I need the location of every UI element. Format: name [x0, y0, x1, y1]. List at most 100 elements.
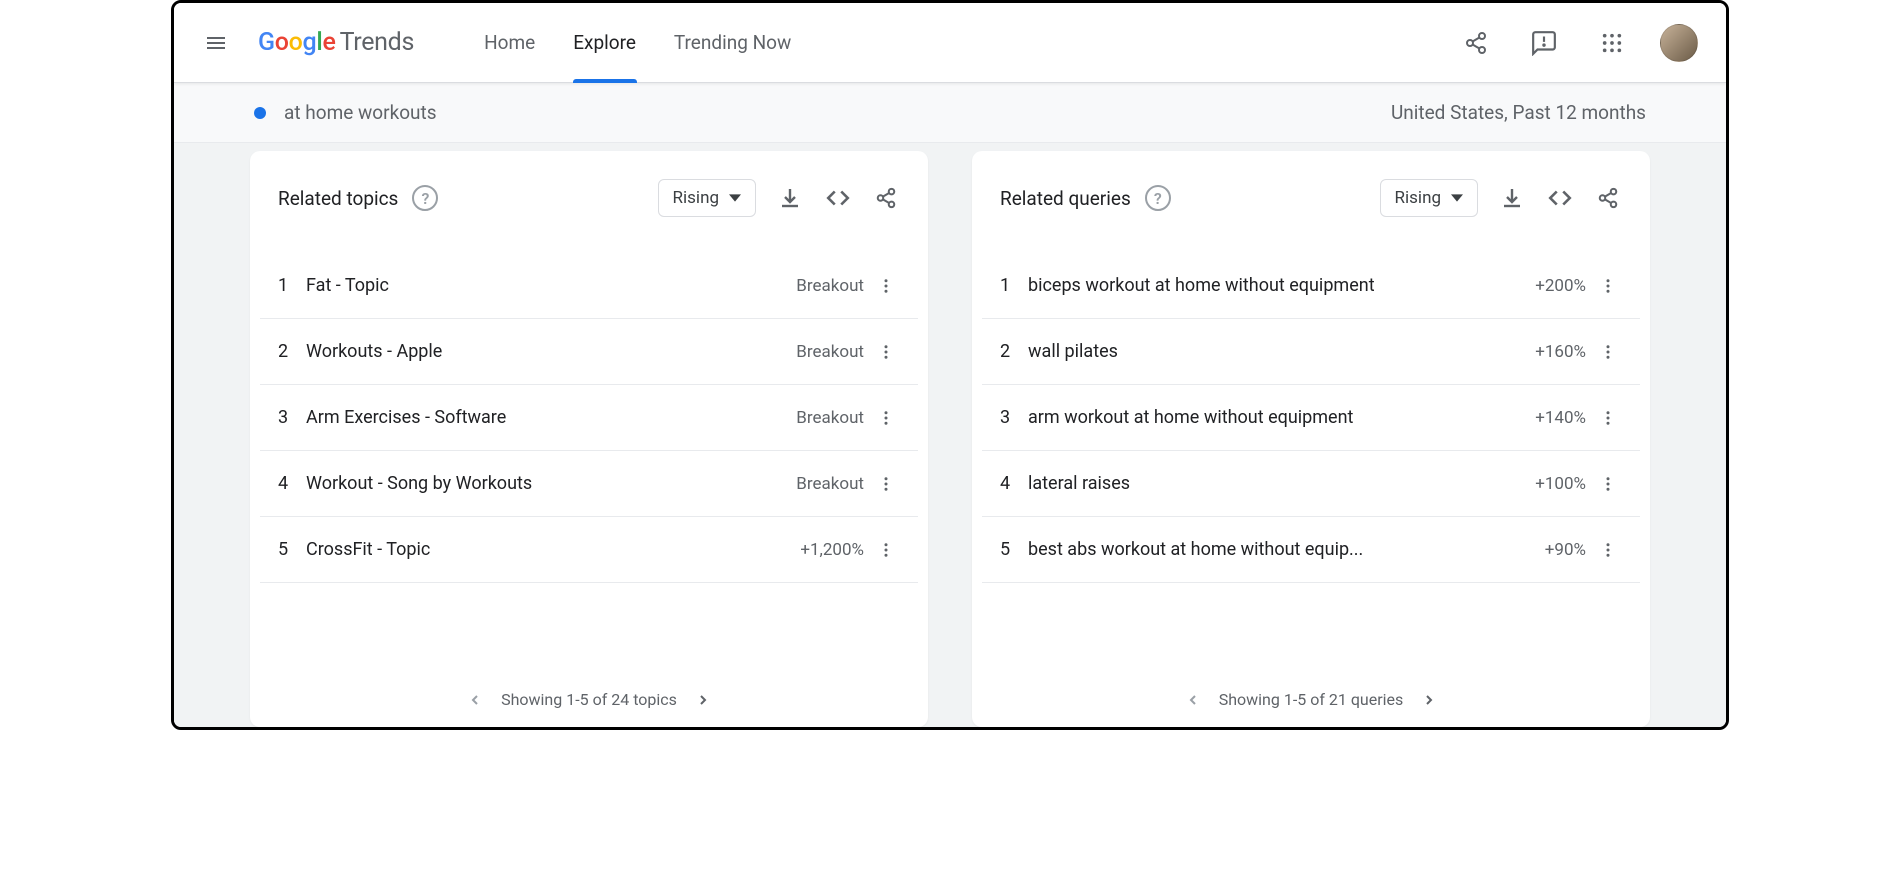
nav-explore[interactable]: Explore: [573, 3, 636, 82]
card-tools: Rising: [1380, 179, 1622, 217]
more-icon[interactable]: [1594, 277, 1622, 295]
list-item[interactable]: 3 Arm Exercises - Software Breakout: [260, 385, 918, 451]
list-item-label: wall pilates: [1028, 341, 1535, 362]
primary-nav: Home Explore Trending Now: [484, 3, 791, 82]
pager-label: Showing 1-5 of 24 topics: [501, 690, 677, 709]
more-icon[interactable]: [1594, 343, 1622, 361]
rank: 2: [1000, 341, 1028, 362]
list-item[interactable]: 4 lateral raises +100%: [982, 451, 1640, 517]
more-icon[interactable]: [1594, 541, 1622, 559]
list-item-label: Workouts - Apple: [306, 341, 796, 362]
list-item[interactable]: 1 biceps workout at home without equipme…: [982, 253, 1640, 319]
list-item-label: biceps workout at home without equipment: [1028, 275, 1535, 296]
context-bar: at home workouts United States, Past 12 …: [174, 83, 1726, 143]
more-icon[interactable]: [872, 343, 900, 361]
list-item[interactable]: 4 Workout - Song by Workouts Breakout: [260, 451, 918, 517]
google-trends-logo[interactable]: Google Trends: [258, 28, 414, 57]
sort-dropdown[interactable]: Rising: [658, 179, 756, 217]
rank: 5: [278, 539, 306, 560]
sort-dropdown-label: Rising: [673, 188, 719, 208]
prev-page-button[interactable]: [467, 692, 483, 708]
pager: Showing 1-5 of 21 queries: [972, 672, 1650, 727]
apps-grid-icon[interactable]: [1592, 23, 1632, 63]
search-term-label: at home workouts: [284, 101, 437, 124]
card-title: Related queries: [1000, 187, 1131, 210]
list-item-metric: +140%: [1535, 408, 1586, 428]
feedback-icon[interactable]: [1524, 23, 1564, 63]
prev-page-button[interactable]: [1185, 692, 1201, 708]
list-item[interactable]: 5 CrossFit - Topic +1,200%: [260, 517, 918, 583]
share-card-icon[interactable]: [872, 184, 900, 212]
nav-trending-now[interactable]: Trending Now: [674, 3, 791, 82]
app-window: Google Trends Home Explore Trending Now …: [171, 0, 1729, 730]
more-icon[interactable]: [872, 409, 900, 427]
list-item-label: lateral raises: [1028, 473, 1535, 494]
list-item-metric: +90%: [1545, 540, 1586, 560]
download-icon[interactable]: [1498, 184, 1526, 212]
chevron-down-icon: [729, 192, 741, 204]
nav-home[interactable]: Home: [484, 3, 535, 82]
rank: 3: [278, 407, 306, 428]
next-page-button[interactable]: [695, 692, 711, 708]
list-item-label: best abs workout at home without equip..…: [1028, 539, 1545, 560]
related-topics-card: Related topics ? Rising: [250, 151, 928, 727]
list-item[interactable]: 2 Workouts - Apple Breakout: [260, 319, 918, 385]
more-icon[interactable]: [872, 475, 900, 493]
help-icon[interactable]: ?: [1145, 185, 1171, 211]
list-item-metric: +1,200%: [800, 540, 864, 560]
card-tools: Rising: [658, 179, 900, 217]
list-item[interactable]: 3 arm workout at home without equipment …: [982, 385, 1640, 451]
list-item-metric: Breakout: [796, 408, 864, 428]
rank: 1: [278, 275, 306, 296]
list-item-label: Fat - Topic: [306, 275, 796, 296]
list-item-metric: Breakout: [796, 342, 864, 362]
chevron-down-icon: [1451, 192, 1463, 204]
list-item-metric: +160%: [1535, 342, 1586, 362]
account-avatar[interactable]: [1660, 24, 1698, 62]
queries-list: 1 biceps workout at home without equipme…: [972, 253, 1650, 583]
list-item-metric: +100%: [1535, 474, 1586, 494]
help-icon[interactable]: ?: [412, 185, 438, 211]
list-item[interactable]: 2 wall pilates +160%: [982, 319, 1640, 385]
embed-icon[interactable]: [1546, 184, 1574, 212]
download-icon[interactable]: [776, 184, 804, 212]
rank: 5: [1000, 539, 1028, 560]
sort-dropdown-label: Rising: [1395, 188, 1441, 208]
hamburger-menu-button[interactable]: [192, 19, 240, 67]
list-item-metric: +200%: [1535, 276, 1586, 296]
more-icon[interactable]: [1594, 409, 1622, 427]
more-icon[interactable]: [872, 541, 900, 559]
nav-trending-label: Trending Now: [674, 31, 791, 54]
rank: 3: [1000, 407, 1028, 428]
nav-explore-label: Explore: [573, 31, 636, 54]
rank: 4: [278, 473, 306, 494]
content-area: Related topics ? Rising: [174, 143, 1726, 727]
header: Google Trends Home Explore Trending Now: [174, 3, 1726, 83]
share-card-icon[interactable]: [1594, 184, 1622, 212]
rank: 1: [1000, 275, 1028, 296]
list-item[interactable]: 1 Fat - Topic Breakout: [260, 253, 918, 319]
list-item-label: Workout - Song by Workouts: [306, 473, 796, 494]
logo-trends-label: Trends: [340, 28, 415, 57]
list-item-label: CrossFit - Topic: [306, 539, 800, 560]
rank: 2: [278, 341, 306, 362]
series-color-dot: [254, 107, 266, 119]
topics-list: 1 Fat - Topic Breakout 2 Workouts - Appl…: [250, 253, 928, 583]
share-icon[interactable]: [1456, 23, 1496, 63]
header-right: [1456, 23, 1708, 63]
embed-icon[interactable]: [824, 184, 852, 212]
list-item-label: arm workout at home without equipment: [1028, 407, 1535, 428]
nav-home-label: Home: [484, 31, 535, 54]
more-icon[interactable]: [1594, 475, 1622, 493]
next-page-button[interactable]: [1421, 692, 1437, 708]
more-icon[interactable]: [872, 277, 900, 295]
card-title: Related topics: [278, 187, 398, 210]
sort-dropdown[interactable]: Rising: [1380, 179, 1478, 217]
rank: 4: [1000, 473, 1028, 494]
list-item-label: Arm Exercises - Software: [306, 407, 796, 428]
card-header: Related queries ? Rising: [972, 175, 1650, 233]
list-item-metric: Breakout: [796, 474, 864, 494]
pager-label: Showing 1-5 of 21 queries: [1219, 690, 1404, 709]
list-item[interactable]: 5 best abs workout at home without equip…: [982, 517, 1640, 583]
context-label: United States, Past 12 months: [1391, 101, 1646, 124]
